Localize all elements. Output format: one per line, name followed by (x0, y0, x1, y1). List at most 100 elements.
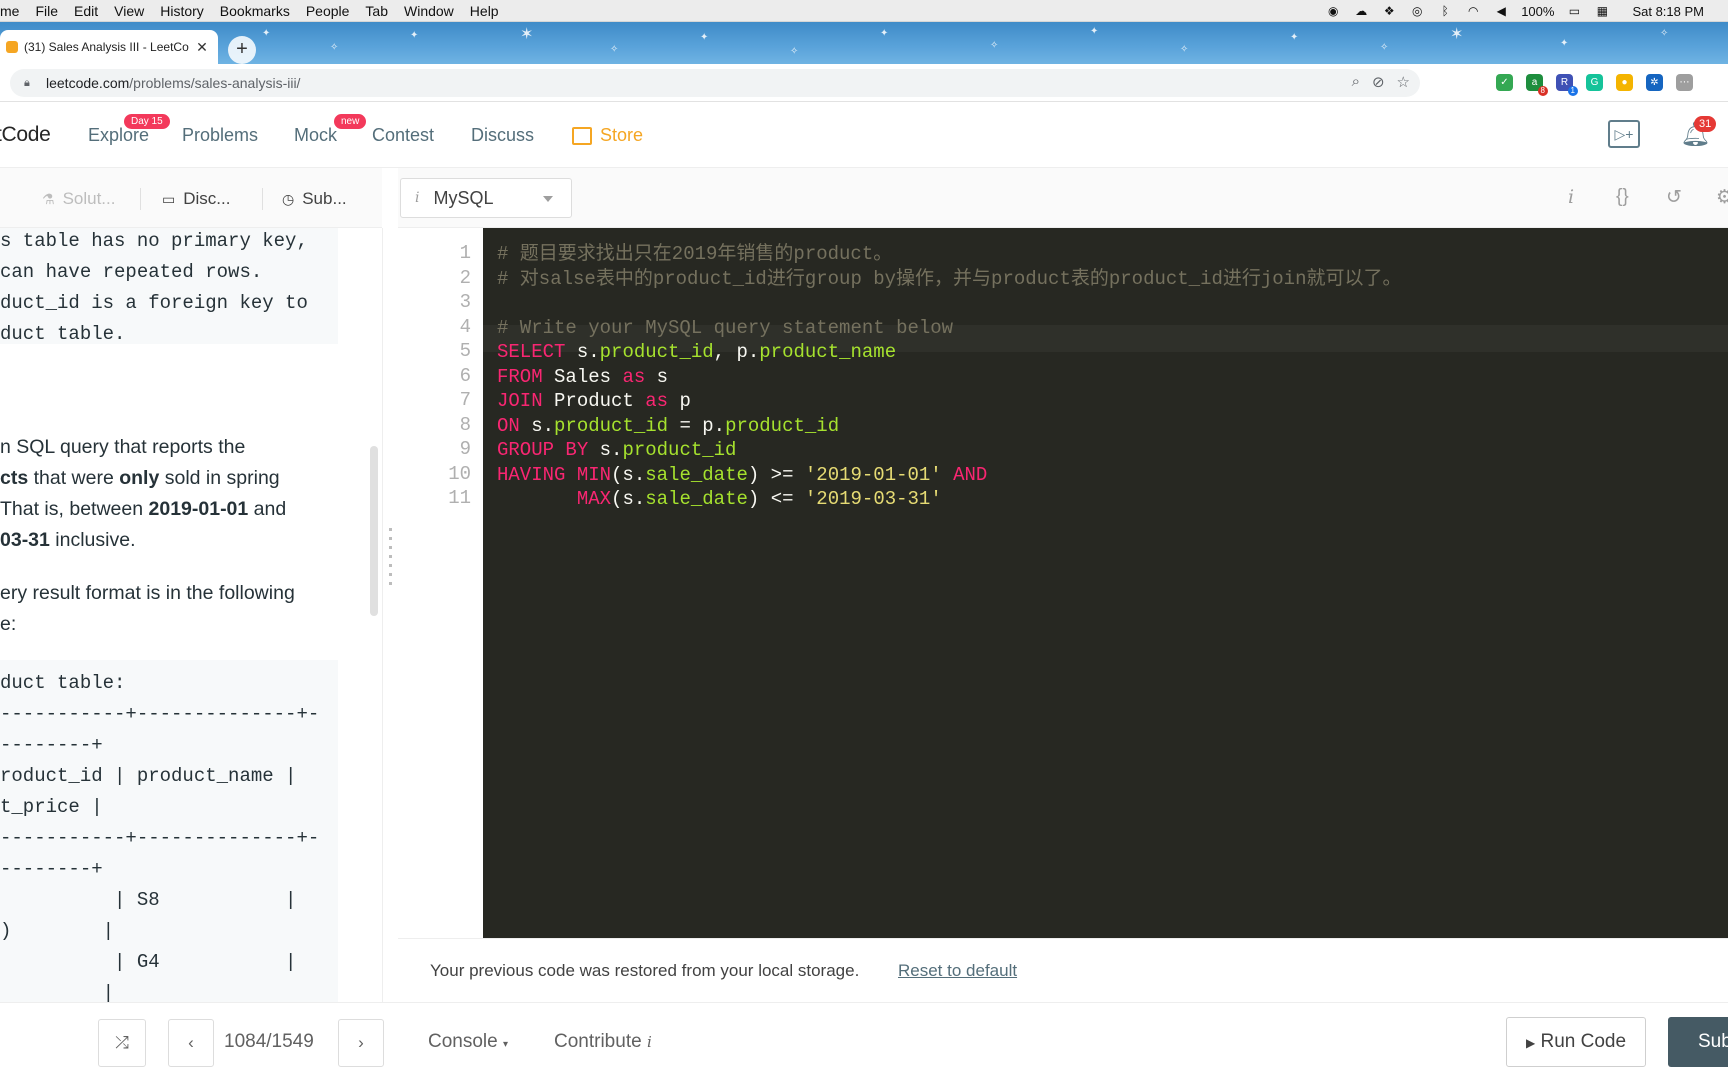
format-braces-icon[interactable]: {} (1616, 186, 1629, 208)
submit-button[interactable]: Sub (1668, 1017, 1728, 1067)
code-token: product_id (622, 439, 737, 461)
wifi-icon[interactable]: ◠ (1465, 4, 1481, 18)
code-token: s. (519, 414, 555, 437)
description-scrollbar[interactable] (370, 446, 378, 616)
nav-discuss[interactable]: Discuss (471, 125, 534, 146)
battery-percent: 100% (1521, 3, 1555, 19)
battery-icon[interactable]: ▭ (1566, 4, 1582, 18)
menu-app[interactable]: me (0, 3, 27, 19)
tracking-icon[interactable]: ⊘ (1372, 73, 1385, 91)
close-tab-icon[interactable]: ✕ (194, 39, 210, 56)
line-number: 10 (448, 462, 471, 485)
leetcode-favicon-icon (6, 41, 18, 53)
settings-gear-icon[interactable]: ⚙ (1716, 186, 1728, 209)
zoom-icon[interactable]: ⌕ (1352, 73, 1360, 91)
nav-store[interactable]: Store (572, 125, 643, 146)
code-editor[interactable]: 1 2 3 4 5 6 7 8 9 10 11 # 题目要求找出只在2019年销售的product。… (398, 228, 1728, 938)
bold-text: only (119, 467, 160, 489)
url-host: leetcode.com (46, 75, 130, 91)
address-bar-row: 🔒︎ leetcode.com/problems/sales-analysis-… (0, 64, 1728, 102)
menu-view[interactable]: View (106, 3, 152, 19)
dropbox-icon[interactable]: ❖ (1381, 4, 1397, 18)
code-line[interactable]: # 题目要求找出只在2019年销售的product。 (497, 241, 892, 268)
code-line[interactable]: JOIN Product as p (497, 388, 691, 415)
restore-notice: Your previous code was restored from you… (398, 938, 1728, 1002)
nav-mock[interactable]: Mock (294, 125, 337, 146)
bold-text: 2019-01-01 (148, 498, 249, 520)
code-line[interactable]: ON s.product_id = p.product_id (497, 413, 839, 440)
text: n SQL query that reports the (0, 436, 246, 458)
code-line[interactable]: HAVING MIN(s.sale_date) >= '2019-01-01' … (497, 462, 987, 489)
extension-cookie-icon[interactable]: ● (1616, 74, 1633, 91)
code-line[interactable]: MAX(s.sale_date) <= '2019-03-31' (497, 486, 942, 513)
code-token: # 对salse表中的product_id进行group by操作，并与prod… (497, 267, 1402, 290)
bold-text: cts (0, 467, 29, 489)
code-line[interactable]: SELECT s.product_id, p.product_name (497, 339, 896, 366)
bottom-bar: ⤮ ‹ 1084/1549 › Console ▾ Contribute i ▶… (0, 1002, 1728, 1080)
menu-file[interactable]: File (27, 3, 66, 19)
url-bar[interactable]: 🔒︎ leetcode.com/problems/sales-analysis-… (10, 69, 1420, 97)
new-tab-button[interactable]: + (228, 36, 256, 64)
menu-tab[interactable]: Tab (357, 3, 396, 19)
next-problem-button[interactable]: › (338, 1019, 384, 1067)
question-line: That is, between 2019-01-01 and (0, 494, 286, 525)
menu-history[interactable]: History (152, 3, 212, 19)
leetcode-logo[interactable]: tCode (0, 123, 51, 147)
lock-icon[interactable]: 🔒︎ (24, 77, 36, 90)
bookmark-star-icon[interactable]: ☆ (1397, 73, 1410, 91)
code-line: duct table. (0, 323, 126, 345)
nav-problems[interactable]: Problems (182, 125, 258, 146)
menu-edit[interactable]: Edit (66, 3, 106, 19)
panel-splitter[interactable] (382, 228, 398, 1002)
prev-problem-button[interactable]: ‹ (168, 1019, 214, 1067)
playground-icon[interactable]: ▷+ (1608, 120, 1640, 148)
contribute-button[interactable]: Contribute i (554, 1031, 652, 1053)
tab-discuss[interactable]: ▭ Disc... (162, 189, 230, 209)
extension-g-icon[interactable]: G (1586, 74, 1603, 91)
tab-submissions[interactable]: ◷ Sub... (282, 189, 347, 209)
language-select[interactable]: i MySQL (400, 178, 572, 218)
extension-r-icon[interactable]: R1 (1556, 74, 1578, 96)
run-code-button[interactable]: ▶ Run Code (1506, 1017, 1646, 1067)
volume-icon[interactable]: ◀ (1493, 4, 1509, 18)
console-toggle[interactable]: Console ▾ (428, 1031, 508, 1053)
code-area[interactable]: # 题目要求找出只在2019年销售的product。 # 对salse表中的pro… (483, 228, 1728, 938)
nav-contest[interactable]: Contest (372, 125, 434, 146)
menu-window[interactable]: Window (396, 3, 462, 19)
code-line: --------+ (0, 734, 103, 756)
extension-grammarly-icon[interactable]: ✓ (1496, 74, 1513, 91)
code-line[interactable]: # 对salse表中的product_id进行group by操作，并与prod… (497, 266, 1402, 293)
code-line: duct table: (0, 672, 126, 694)
cloud-icon[interactable]: ☁ (1353, 4, 1369, 18)
flag-icon[interactable]: ▦ (1594, 4, 1610, 18)
bluetooth-icon[interactable]: ᛒ (1437, 4, 1453, 18)
leetcode-navbar: tCode Explore Day 15 Problems Mock new C… (0, 102, 1728, 168)
extension-gear-icon[interactable]: ✲ (1646, 74, 1663, 91)
menu-bookmarks[interactable]: Bookmarks (212, 3, 298, 19)
code-line[interactable]: GROUP BY s.product_id (497, 437, 736, 464)
chevron-right-icon: › (358, 1033, 364, 1052)
info-icon[interactable]: i (1568, 186, 1574, 208)
code-line: s table has no primary key, (0, 230, 308, 252)
drag-handle-icon[interactable] (389, 528, 392, 588)
menu-people[interactable]: People (298, 3, 358, 19)
code-line[interactable]: FROM Sales as s (497, 364, 668, 391)
reset-to-default-link[interactable]: Reset to default (898, 961, 1017, 981)
shuffle-button[interactable]: ⤮ (98, 1019, 146, 1067)
play-icon: ▶ (1525, 1036, 1536, 1050)
tab-solution[interactable]: ⚗︎ Solut... (42, 189, 115, 209)
extension-more-icon[interactable]: ⋯ (1676, 74, 1693, 91)
restore-message: Your previous code was restored from you… (430, 961, 860, 980)
sync-icon[interactable]: ◎ (1409, 4, 1425, 18)
extension-counter-icon[interactable]: a8 (1526, 74, 1548, 96)
text: sold in spring (159, 467, 280, 489)
reset-icon[interactable]: ↺ (1666, 186, 1682, 209)
console-label: Console (428, 1031, 498, 1052)
browser-tab-active[interactable]: (31) Sales Analysis III - LeetCo ✕ (0, 30, 218, 64)
code-token: = p. (668, 414, 726, 437)
record-icon[interactable]: ◉ (1325, 4, 1341, 18)
code-line[interactable]: # Write your MySQL query statement below (497, 315, 953, 342)
code-token: , p. (713, 341, 760, 363)
menu-help[interactable]: Help (462, 3, 507, 19)
clock[interactable]: Sat 8:18 PM (1632, 4, 1704, 19)
